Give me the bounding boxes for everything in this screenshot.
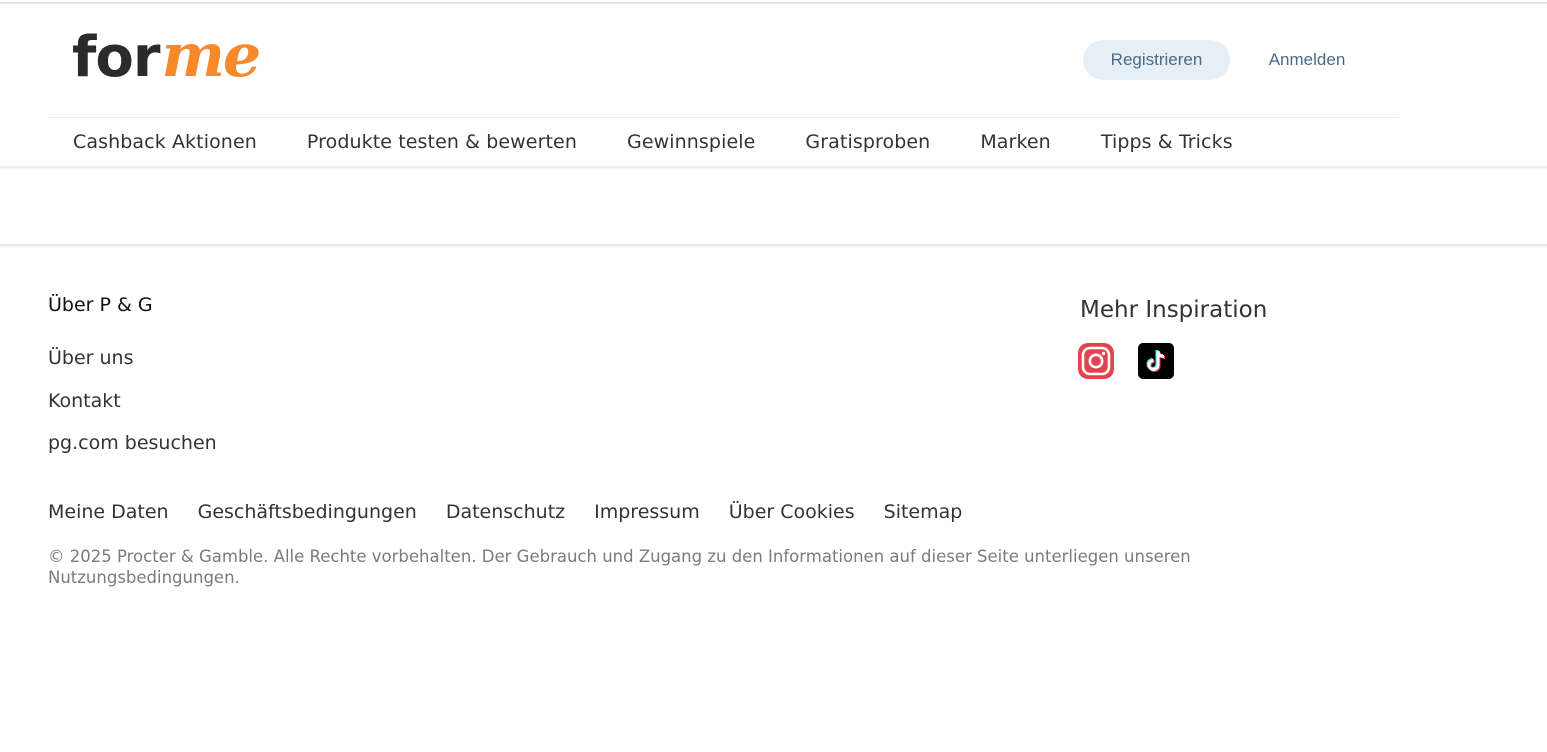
- forme-logo[interactable]: for me: [72, 21, 261, 91]
- footer-link-contact[interactable]: Kontakt: [48, 388, 217, 431]
- legal-link-sitemap[interactable]: Sitemap: [884, 501, 963, 523]
- copyright-text: © 2025 Procter & Gamble. Alle Rechte vor…: [48, 547, 1191, 587]
- nav-item-cashback[interactable]: Cashback Aktionen: [73, 131, 257, 153]
- nav-item-brands[interactable]: Marken: [980, 131, 1051, 153]
- legal-link-terms[interactable]: Geschäftsbedingungen: [198, 501, 417, 523]
- logo-text-me: me: [161, 21, 261, 91]
- login-button[interactable]: Anmelden: [1252, 40, 1362, 80]
- social-links: [1078, 343, 1174, 379]
- inspiration-title: Mehr Inspiration: [1080, 297, 1268, 323]
- header-shadow: [0, 166, 1547, 170]
- nav-item-tips[interactable]: Tipps & Tricks: [1101, 131, 1233, 153]
- footer-divider: [0, 244, 1547, 247]
- legal-link-cookies[interactable]: Über Cookies: [729, 501, 855, 523]
- legal-link-my-data[interactable]: Meine Daten: [48, 501, 169, 523]
- main-nav: Cashback Aktionen Produkte testen & bewe…: [73, 127, 1283, 157]
- about-links: Über uns Kontakt pg.com besuchen: [48, 345, 217, 473]
- instagram-icon[interactable]: [1078, 343, 1114, 379]
- logo-text-for: for: [72, 25, 160, 90]
- nav-item-product-testing[interactable]: Produkte testen & bewerten: [307, 131, 577, 153]
- nav-item-free-samples[interactable]: Gratisproben: [805, 131, 930, 153]
- nav-item-sweepstakes[interactable]: Gewinnspiele: [627, 131, 755, 153]
- tiktok-icon[interactable]: [1138, 343, 1174, 379]
- footer-link-about-us[interactable]: Über uns: [48, 345, 217, 388]
- register-button[interactable]: Registrieren: [1083, 40, 1230, 80]
- about-heading: Über P & G: [48, 294, 153, 316]
- legal-link-privacy[interactable]: Datenschutz: [446, 501, 565, 523]
- legal-links: Meine Daten Geschäftsbedingungen Datensc…: [48, 501, 991, 523]
- top-border: [0, 2, 1547, 4]
- legal-link-imprint[interactable]: Impressum: [594, 501, 700, 523]
- footer-link-pg-com[interactable]: pg.com besuchen: [48, 430, 217, 473]
- nav-divider: [48, 117, 1399, 118]
